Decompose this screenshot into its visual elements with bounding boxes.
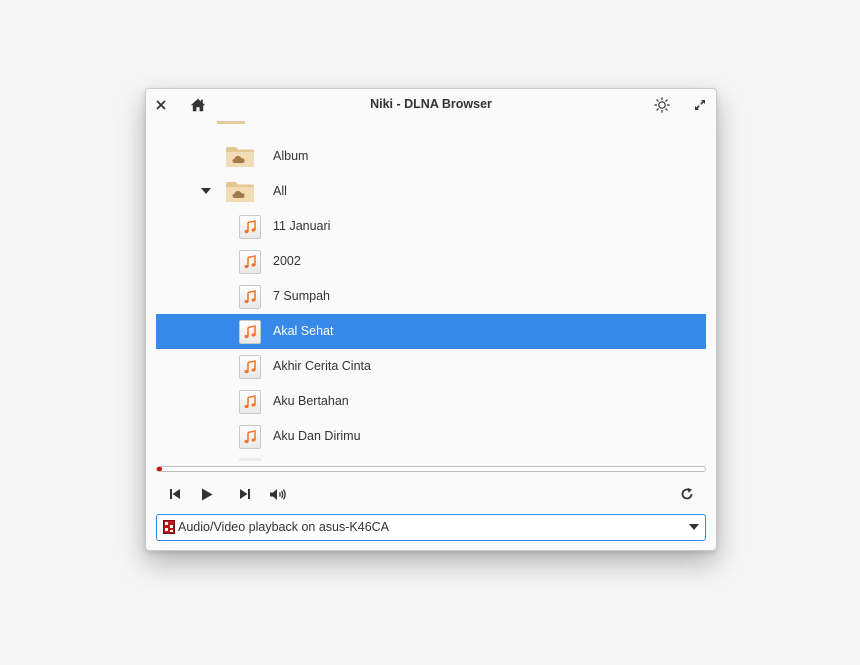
track-row[interactable]: 11 Januari xyxy=(156,209,706,244)
track-label: 7 Sumpah xyxy=(273,289,330,303)
play-icon xyxy=(202,488,213,500)
renderer-select-value: Audio/Video playback on asus-K46CA xyxy=(178,520,390,534)
window-title: Niki - DLNA Browser xyxy=(370,97,492,111)
track-row[interactable]: Aku Dan Dirimu xyxy=(156,419,706,454)
maximize-icon xyxy=(695,100,705,110)
volume-icon xyxy=(270,488,286,500)
track-row[interactable]: Aku Bertahan xyxy=(156,384,706,419)
audio-file-icon xyxy=(239,215,261,239)
titlebar: Niki - DLNA Browser xyxy=(146,89,716,121)
track-label: Aku Bertahan xyxy=(273,394,349,408)
renderer-device-icon xyxy=(163,520,175,534)
brightness-icon xyxy=(654,97,670,113)
renderer-select[interactable]: Audio/Video playback on asus-K46CA xyxy=(156,514,706,541)
tree-row-album[interactable]: Album xyxy=(156,139,706,174)
playback-progress-bar[interactable] xyxy=(156,466,706,472)
tree-row-label: Album xyxy=(273,149,309,163)
audio-file-icon xyxy=(239,425,261,449)
track-row[interactable]: 7 Sumpah xyxy=(156,279,706,314)
track-row[interactable]: 2002 xyxy=(156,244,706,279)
tree-row-label: All xyxy=(273,184,287,198)
chevron-down-icon xyxy=(689,524,699,530)
track-partial xyxy=(239,458,261,461)
volume-button[interactable] xyxy=(267,484,289,504)
app-window: Niki - DLNA Browser Album All 11 Januari… xyxy=(145,88,717,551)
track-row[interactable]: Akhir Cerita Cinta xyxy=(156,349,706,384)
next-button[interactable] xyxy=(234,484,256,504)
audio-file-icon xyxy=(239,355,261,379)
play-button[interactable] xyxy=(196,484,218,504)
folder-partial xyxy=(217,121,245,124)
next-icon xyxy=(240,489,250,499)
tree-row-all[interactable]: All xyxy=(156,174,706,209)
refresh-button[interactable] xyxy=(676,484,698,504)
track-label: 11 Januari xyxy=(273,219,331,233)
audio-file-icon xyxy=(239,320,261,344)
maximize-button[interactable] xyxy=(690,95,710,115)
refresh-icon xyxy=(681,487,693,500)
folder-cloud-icon xyxy=(226,182,254,202)
chevron-down-icon[interactable] xyxy=(201,188,211,194)
audio-file-icon xyxy=(239,390,261,414)
track-label: 2002 xyxy=(273,254,301,268)
track-label: Akal Sehat xyxy=(273,324,334,338)
folder-cloud-icon xyxy=(226,147,254,167)
track-label: Akhir Cerita Cinta xyxy=(273,359,371,373)
progress-fill xyxy=(157,467,163,471)
track-label: Aku Dan Dirimu xyxy=(273,429,361,443)
previous-button[interactable] xyxy=(164,484,186,504)
dlna-tree-view[interactable]: Album All 11 Januari 2002 7 Sumpah Akal … xyxy=(156,121,706,461)
previous-icon xyxy=(170,489,180,499)
audio-file-icon xyxy=(239,285,261,309)
audio-file-icon xyxy=(239,250,261,274)
theme-toggle-button[interactable] xyxy=(652,95,672,115)
track-row-selected[interactable]: Akal Sehat xyxy=(156,314,706,349)
